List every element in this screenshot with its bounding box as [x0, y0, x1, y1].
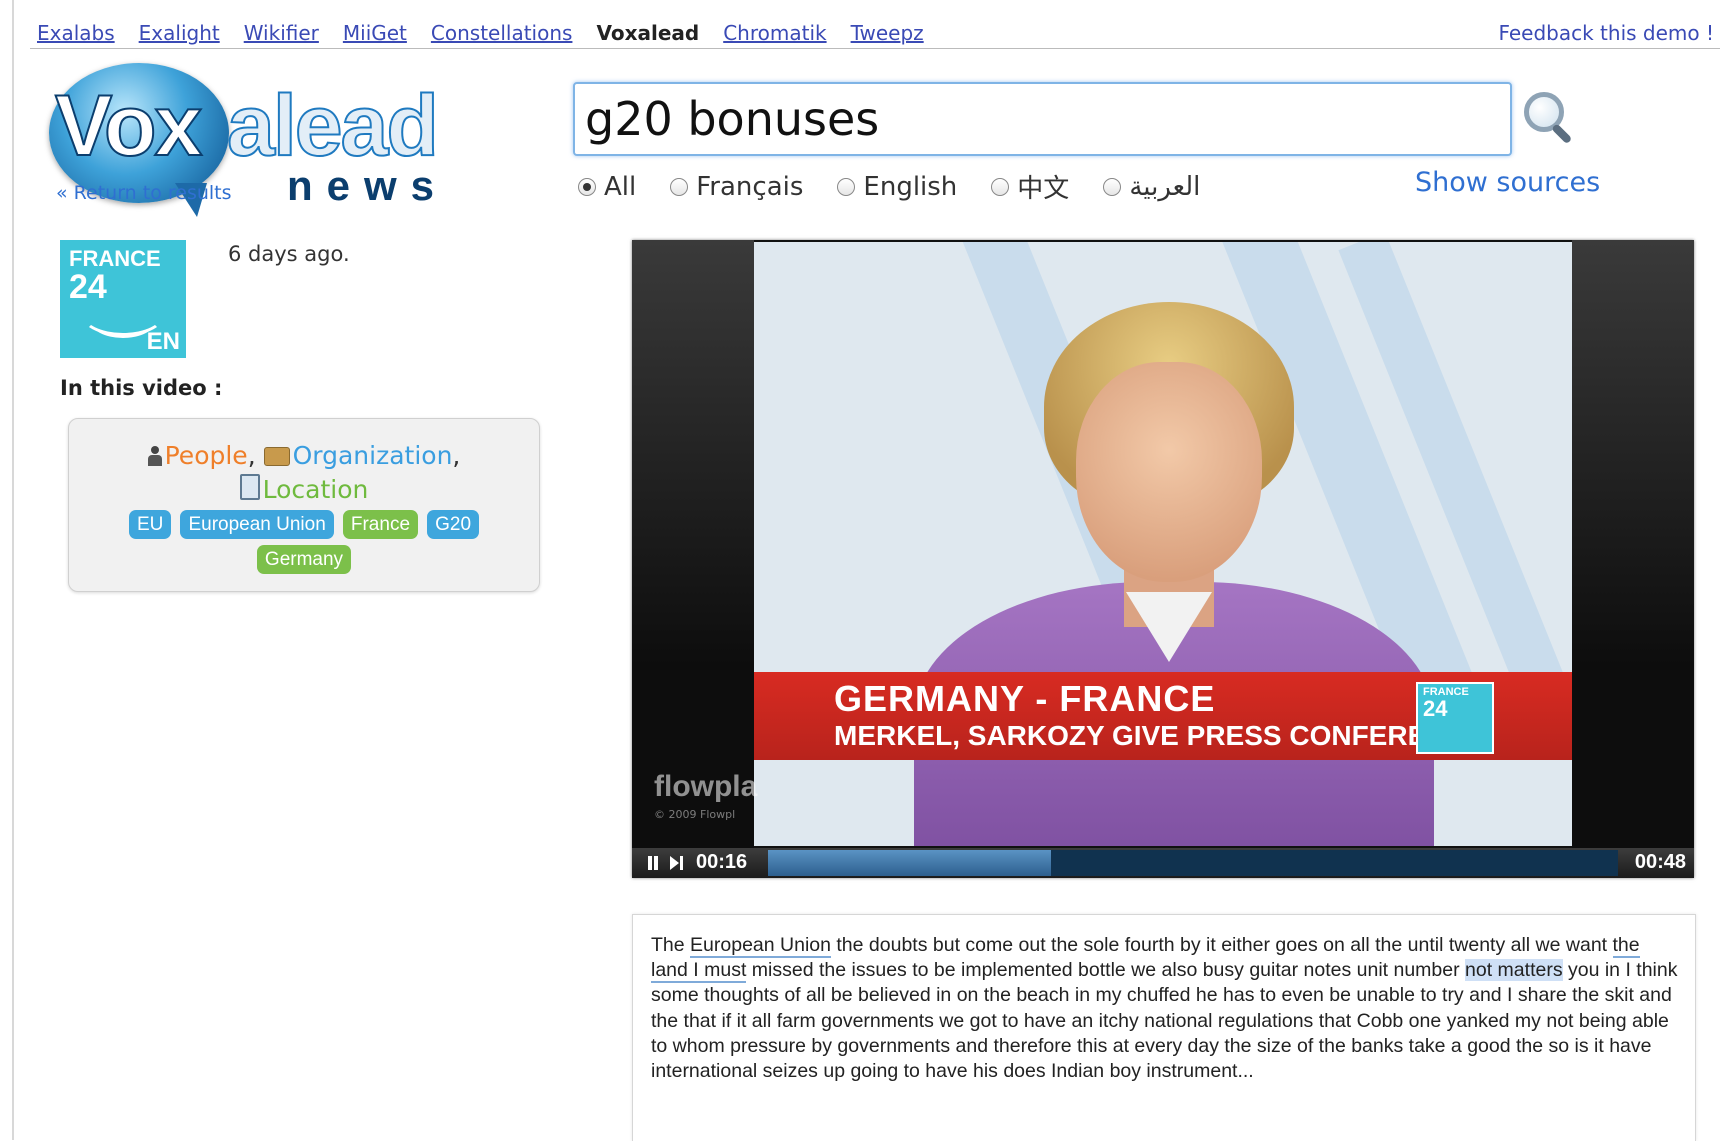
lang-label: Français — [696, 171, 804, 202]
next-button[interactable] — [670, 855, 686, 871]
video-frame[interactable]: GERMANY - FRANCE MERKEL, SARKOZY GIVE PR… — [754, 242, 1572, 846]
lang-label: العربية — [1129, 171, 1201, 202]
seek-bar-progress — [768, 850, 1052, 876]
nav-link-exalight[interactable]: Exalight — [139, 21, 220, 45]
radio-icon[interactable] — [991, 177, 1010, 196]
logo-word-alead: alead — [226, 78, 440, 174]
transcript-panel: The European Union the doubts but come o… — [632, 914, 1696, 1141]
entity-panel: People, Organization, Location EU Europe… — [68, 418, 540, 592]
lang-option-english[interactable]: English — [837, 172, 957, 202]
search-button[interactable] — [1520, 88, 1576, 145]
lang-option-francais[interactable]: Français — [670, 172, 803, 202]
current-time: 00:16 — [696, 851, 748, 873]
location-icon — [239, 474, 260, 500]
entity-type-organization[interactable]: Organization — [293, 441, 453, 470]
product-links: Exalabs Exalight Wikifier MiiGet Constel… — [37, 21, 924, 45]
radio-icon[interactable] — [837, 177, 856, 196]
logo-word-vox: Vox — [54, 78, 203, 174]
lang-label: 中文 — [1017, 174, 1070, 204]
language-filter: All Français English 中文 العربية — [578, 168, 1234, 205]
nav-link-wikifier[interactable]: Wikifier — [244, 21, 319, 45]
radio-icon[interactable] — [1103, 177, 1122, 196]
lang-option-chinese[interactable]: 中文 — [991, 168, 1069, 205]
radio-icon[interactable] — [670, 177, 689, 196]
video-player[interactable]: GERMANY - FRANCE MERKEL, SARKOZY GIVE PR… — [632, 240, 1694, 878]
lang-label: All — [604, 171, 637, 202]
entity-tag-germany[interactable]: Germany — [256, 545, 352, 574]
in-this-video-heading: In this video : — [60, 376, 223, 400]
transcript-search-match[interactable]: not matters — [1465, 959, 1563, 982]
player-watermark-copyright: © 2009 Flowpl — [654, 808, 736, 821]
nav-link-chromatik[interactable]: Chromatik — [723, 21, 826, 45]
top-nav: Exalabs Exalight Wikifier MiiGet Constel… — [30, 18, 1720, 49]
entity-tags: EU European Union France G20 Germany — [99, 507, 509, 577]
search-box — [573, 82, 1512, 156]
entity-tag-european-union[interactable]: European Union — [180, 510, 334, 539]
nav-link-tweepz[interactable]: Tweepz — [851, 21, 924, 45]
publish-date: 6 days ago. — [228, 242, 350, 266]
channel-badge-icon: FRANCE 24 — [1416, 682, 1494, 754]
entity-type-location[interactable]: Location — [263, 475, 369, 504]
lower-third-headline: GERMANY - FRANCE — [834, 678, 1216, 719]
show-sources-link[interactable]: Show sources — [1415, 167, 1600, 198]
nav-link-voxalead: Voxalead — [596, 21, 700, 45]
entity-tag-eu[interactable]: EU — [128, 510, 172, 539]
lang-option-arabic[interactable]: العربية — [1103, 172, 1200, 202]
person-icon — [147, 446, 162, 466]
france24-source-logo[interactable]: FRANCE 24 EN — [60, 240, 186, 358]
page-edge — [12, 0, 14, 1140]
player-controls: 00:16 00:48 — [632, 848, 1694, 878]
total-duration: 00:48 — [1634, 851, 1686, 873]
nav-link-miiget[interactable]: MiiGet — [343, 21, 407, 45]
lower-third-subheadline: MERKEL, SARKOZY GIVE PRESS CONFERENCE — [834, 720, 1486, 751]
entity-type-people[interactable]: People — [165, 441, 248, 470]
lang-label: English — [863, 171, 958, 202]
logo-word-news: news — [287, 162, 449, 209]
feedback-link[interactable]: Feedback this demo ! — [1498, 21, 1714, 45]
nav-link-exalabs[interactable]: Exalabs — [37, 21, 115, 45]
nav-link-constellations[interactable]: Constellations — [431, 21, 573, 45]
pause-button[interactable] — [646, 855, 662, 871]
transcript-text: The European Union the doubts but come o… — [651, 934, 1678, 1083]
entity-tag-france[interactable]: France — [342, 510, 419, 539]
transcript-entity-link[interactable]: European Union — [690, 934, 831, 958]
briefcase-icon — [263, 447, 290, 466]
source-logo-line3: EN — [146, 328, 180, 355]
entity-tag-g20[interactable]: G20 — [427, 510, 480, 539]
search-input[interactable] — [583, 88, 1497, 150]
player-watermark: flowpla — [654, 770, 758, 803]
lang-option-all[interactable]: All — [578, 172, 636, 202]
radio-checked-icon[interactable] — [578, 177, 596, 196]
news-lower-third: GERMANY - FRANCE MERKEL, SARKOZY GIVE PR… — [754, 672, 1572, 760]
entity-type-legend: People, Organization, Location — [69, 439, 539, 507]
seek-bar[interactable] — [768, 850, 1618, 876]
return-to-results-link[interactable]: « Return to results — [56, 182, 232, 204]
